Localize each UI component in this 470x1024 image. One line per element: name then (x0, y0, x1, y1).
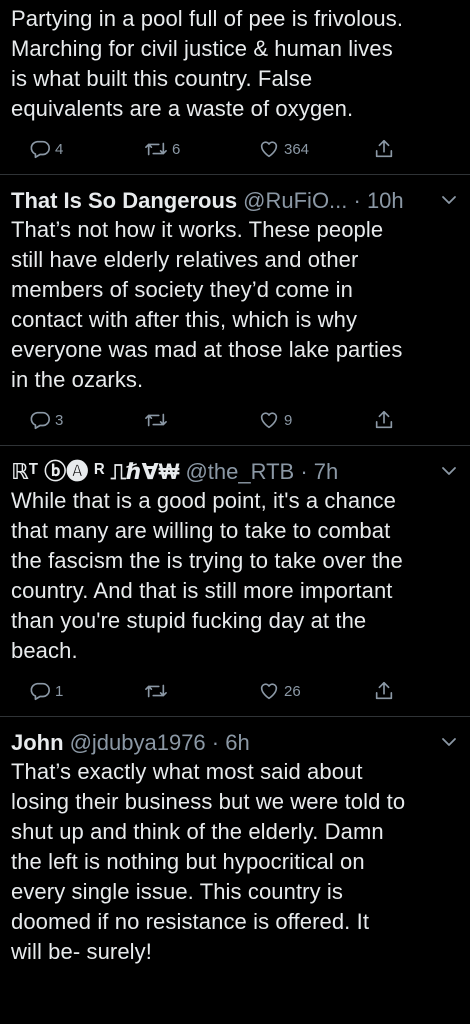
tweet[interactable]: John @jdubya1976 · 6h That’s exactly wha… (0, 716, 470, 967)
author-meta: @the_RTB · 7h (185, 459, 339, 484)
tweet-text-line: still have elderly relatives and other (11, 247, 359, 272)
share-icon (373, 138, 395, 160)
share-button[interactable] (373, 136, 395, 162)
chevron-down-icon[interactable] (438, 460, 460, 482)
tweet-text-line: Partying in a pool full of pee is frivol… (11, 6, 404, 31)
like-button[interactable]: 9 (258, 407, 292, 433)
reply-icon (29, 138, 51, 160)
retweet-icon (144, 680, 168, 702)
tweet-text-line: that many are willing to take to combat (11, 518, 391, 543)
tweet-text-line: every single issue. This country is (11, 879, 344, 904)
heart-icon (258, 680, 280, 702)
author-meta: @RuFiO... · 10h (243, 188, 404, 213)
reply-count: 3 (55, 411, 64, 429)
tweet-actions: 3 9 (11, 395, 460, 445)
like-count: 364 (284, 140, 310, 158)
tweet-header: ℝᵀ ⓑ🅐 ᴿ ⎍ℏ∀₩ @the_RTB · 7h (11, 458, 460, 486)
tweet-text-line: equivalents are a waste of oxygen. (11, 96, 354, 121)
tweet-text-line: everyone was mad at those lake parties (11, 337, 403, 362)
tweet-text-line: members of society they’d come in (11, 277, 353, 302)
tweet-text-line: the left is nothing but hypocritical on (11, 849, 365, 874)
retweet-button[interactable]: 6 (144, 136, 180, 162)
author-name[interactable]: John (11, 729, 64, 757)
share-icon (373, 409, 395, 431)
tweet-actions: 1 26 (11, 666, 460, 716)
tweet-text: That’s not how it works. These people st… (11, 215, 460, 395)
tweet[interactable]: ℝᵀ ⓑ🅐 ᴿ ⎍ℏ∀₩ @the_RTB · 7h While that is… (0, 445, 470, 716)
reply-count: 4 (55, 140, 64, 158)
author-meta: @jdubya1976 · 6h (69, 730, 250, 755)
tweet-text: While that is a good point, it's a chanc… (11, 486, 460, 666)
retweet-icon (144, 409, 168, 431)
chevron-down-icon[interactable] (438, 731, 460, 753)
reply-button[interactable]: 4 (29, 136, 63, 162)
heart-icon (258, 409, 280, 431)
heart-icon (258, 138, 280, 160)
tweet-text-line: That’s exactly what most said about (11, 759, 363, 784)
tweet-text-line: the fascism the is trying to take over t… (11, 548, 403, 573)
tweet-text-line: in the ozarks. (11, 367, 144, 392)
like-count: 26 (284, 682, 301, 700)
tweet-text-line: contact with after this, which is why (11, 307, 358, 332)
like-count: 9 (284, 411, 293, 429)
tweet[interactable]: That Is So Dangerous @RuFiO... · 10h Tha… (0, 174, 470, 445)
tweet-text-line: shut up and think of the elderly. Damn (11, 819, 384, 844)
reply-button[interactable]: 3 (29, 407, 63, 433)
reply-icon (29, 409, 51, 431)
tweet-header: John @jdubya1976 · 6h (11, 729, 460, 757)
retweet-button[interactable] (144, 678, 172, 704)
like-button[interactable]: 364 (258, 136, 309, 162)
tweet-text-line: beach. (11, 638, 78, 663)
retweet-count: 6 (172, 140, 181, 158)
reply-count: 1 (55, 682, 64, 700)
tweet-text-line: Marching for civil justice & human lives (11, 36, 393, 61)
tweet-text-line: than you're stupid fucking day at the (11, 608, 367, 633)
author-name[interactable]: That Is So Dangerous (11, 187, 237, 215)
tweet-text-line: country. And that is still more importan… (11, 578, 393, 603)
share-button[interactable] (373, 678, 395, 704)
tweet-text-line: While that is a good point, it's a chanc… (11, 488, 396, 513)
reply-button[interactable]: 1 (29, 678, 63, 704)
tweet-text-line: That’s not how it works. These people (11, 217, 384, 242)
share-icon (373, 680, 395, 702)
reply-icon (29, 680, 51, 702)
retweet-button[interactable] (144, 407, 172, 433)
chevron-down-icon[interactable] (438, 189, 460, 211)
author-name[interactable]: ℝᵀ ⓑ🅐 ᴿ ⎍ℏ∀₩ (11, 458, 179, 486)
tweet-text-line: is what built this country. False (11, 66, 313, 91)
tweet-text: Partying in a pool full of pee is frivol… (11, 4, 460, 124)
tweet-text-line: doomed if no resistance is offered. It (11, 909, 370, 934)
tweet-text: That’s exactly what most said about losi… (11, 757, 460, 967)
tweet[interactable]: Partying in a pool full of pee is frivol… (0, 0, 470, 174)
tweet-text-line: will be- surely! (11, 939, 152, 964)
like-button[interactable]: 26 (258, 678, 301, 704)
tweet-header: That Is So Dangerous @RuFiO... · 10h (11, 187, 460, 215)
tweet-text-line: losing their business but we were told t… (11, 789, 406, 814)
share-button[interactable] (373, 407, 395, 433)
tweet-actions: 4 6 364 (11, 124, 460, 174)
retweet-icon (144, 138, 168, 160)
